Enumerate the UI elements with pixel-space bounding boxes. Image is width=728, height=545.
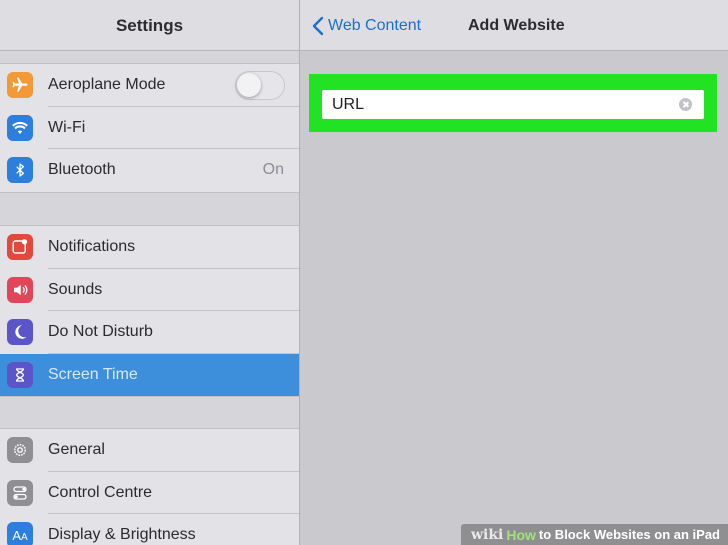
- back-button-label: Web Content: [328, 16, 422, 34]
- hourglass-icon: [7, 361, 33, 388]
- settings-sidebar: Settings Aeroplane Mode Wi-Fi Bluetooth …: [0, 0, 299, 545]
- settings-group-system: General Control Centre AA Display & Brig…: [0, 428, 299, 545]
- text-size-icon: AA: [7, 522, 33, 545]
- sidebar-item-label: Wi-Fi: [48, 118, 86, 136]
- sidebar-item-control-centre[interactable]: Control Centre: [0, 472, 299, 514]
- bluetooth-icon: [7, 157, 33, 184]
- settings-group-notifications: Notifications Sounds Do Not Disturb Scre…: [0, 225, 299, 397]
- notifications-icon: [7, 234, 33, 261]
- sidebar-item-bluetooth[interactable]: Bluetooth On: [0, 149, 299, 192]
- clear-text-icon[interactable]: [679, 98, 692, 111]
- bluetooth-status-value: On: [262, 161, 284, 179]
- sidebar-item-label: Screen Time: [48, 365, 138, 383]
- aeroplane-mode-toggle[interactable]: [235, 70, 285, 100]
- sidebar-item-aeroplane-mode[interactable]: Aeroplane Mode: [0, 64, 299, 107]
- navigation-bar: Web Content Add Website: [300, 0, 728, 51]
- url-field[interactable]: [322, 90, 704, 119]
- sidebar-item-notifications[interactable]: Notifications: [0, 226, 299, 269]
- airplane-icon: [7, 72, 33, 99]
- sidebar-item-display-brightness[interactable]: AA Display & Brightness: [0, 514, 299, 545]
- wifi-icon: [7, 114, 33, 141]
- sidebar-item-label: General: [48, 441, 105, 459]
- watermark-wiki: wiki: [470, 526, 504, 543]
- chevron-left-icon: [312, 16, 324, 35]
- switches-icon: [7, 479, 33, 506]
- sidebar-item-general[interactable]: General: [0, 429, 299, 472]
- toggle-knob: [237, 72, 261, 97]
- gear-icon: [7, 437, 33, 464]
- sidebar-item-sounds[interactable]: Sounds: [0, 269, 299, 311]
- sidebar-item-label: Sounds: [48, 280, 103, 298]
- sidebar-header: Settings: [0, 0, 299, 51]
- page-title: Add Website: [468, 17, 565, 34]
- url-input[interactable]: [332, 90, 662, 119]
- sidebar-item-screen-time[interactable]: Screen Time: [0, 353, 299, 396]
- settings-group-connectivity: Aeroplane Mode Wi-Fi Bluetooth On: [0, 63, 299, 193]
- speaker-icon: [7, 276, 33, 303]
- watermark-how: How: [506, 526, 536, 543]
- sidebar-item-label: Do Not Disturb: [48, 323, 153, 341]
- back-button[interactable]: Web Content: [312, 0, 421, 51]
- sidebar-item-label: Bluetooth: [48, 161, 116, 179]
- moon-icon: [7, 319, 33, 346]
- add-website-pane: Web Content Add Website: [300, 0, 728, 545]
- sidebar-item-label: Control Centre: [48, 483, 153, 501]
- sidebar-item-label: Display & Brightness: [48, 526, 196, 544]
- sidebar-title: Settings: [115, 16, 184, 35]
- watermark-title: to Block Websites on an iPad: [538, 527, 720, 542]
- wikihow-watermark: wiki How to Block Websites on an iPad: [460, 524, 728, 545]
- sidebar-item-label: Aeroplane Mode: [48, 76, 166, 94]
- sidebar-item-label: Notifications: [48, 238, 136, 256]
- sidebar-item-wifi[interactable]: Wi-Fi: [0, 107, 299, 149]
- sidebar-item-do-not-disturb[interactable]: Do Not Disturb: [0, 311, 299, 354]
